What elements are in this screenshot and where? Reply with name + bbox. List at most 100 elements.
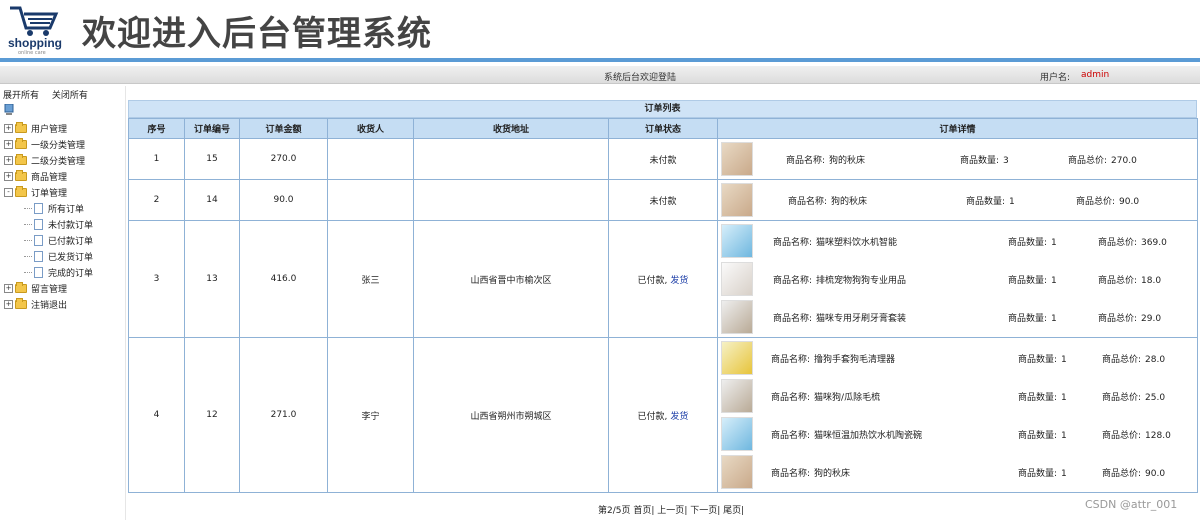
- col-header-status: 订单状态: [608, 118, 718, 139]
- product-thumbnail: [721, 300, 753, 334]
- ship-link[interactable]: 发货: [670, 412, 688, 422]
- cell-index: 2: [128, 179, 185, 221]
- document-icon: [34, 250, 43, 262]
- item-total: 商品总价: 25.0: [1102, 390, 1165, 403]
- item-name-label: 商品名称:: [771, 430, 811, 441]
- table-row: 2 14 90.0 未付款 商品名称: 狗的秋床 商品数量: 1 商品总价: 90.0: [128, 179, 1198, 221]
- sidebar-item-user[interactable]: + 用户管理: [4, 120, 93, 136]
- item-qty-label: 商品数量:: [1008, 237, 1048, 248]
- expand-plus-icon[interactable]: +: [4, 139, 13, 149]
- item-name-label: 商品名称:: [773, 313, 813, 324]
- order-item: 商品名称: 撸狗手套狗毛清理器 商品数量: 1 商品总价: 28.0: [718, 339, 1197, 377]
- sidebar-item-label: 订单管理: [31, 188, 68, 199]
- item-name-value: 猫咪狗/瓜除毛梳: [814, 392, 881, 403]
- tree-branch: [24, 207, 32, 209]
- col-header-amount: 订单金额: [239, 118, 328, 139]
- cell-order-no: 14: [184, 179, 240, 221]
- cell-amount: 271.0: [239, 337, 328, 493]
- sidebar-item-logout[interactable]: + 注销退出: [4, 296, 93, 312]
- item-qty-label: 商品数量:: [1018, 430, 1058, 441]
- sidebar-item-product[interactable]: + 商品管理: [4, 168, 93, 184]
- item-total-value: 29.0: [1141, 313, 1162, 324]
- expand-all-link[interactable]: 展开所有: [3, 91, 39, 101]
- folder-icon: [15, 153, 27, 165]
- cell-amount: 90.0: [239, 179, 328, 221]
- item-qty-value: 1: [1061, 468, 1067, 479]
- document-icon: [34, 218, 43, 230]
- cell-detail: 商品名称: 狗的秋床 商品数量: 1 商品总价: 90.0: [717, 179, 1198, 221]
- ship-link[interactable]: 发货: [670, 276, 688, 286]
- item-name-label: 商品名称:: [773, 275, 813, 286]
- tree-branch: [24, 239, 32, 241]
- item-total-value: 369.0: [1141, 237, 1167, 248]
- status-text: 未付款: [649, 196, 677, 207]
- item-qty: 商品数量: 1: [1008, 273, 1057, 286]
- item-name: 商品名称: 狗的秋床: [771, 466, 850, 479]
- table-row: 3 13 416.0 张三 山西省晋中市榆次区 已付款, 发货 商品名称: 猫咪塑料饮水机智能商…: [128, 220, 1198, 338]
- item-total-label: 商品总价:: [1076, 196, 1116, 207]
- sidebar-item-category1[interactable]: + 一级分类管理: [4, 136, 93, 152]
- cell-address: 山西省朔州市朔城区: [413, 337, 609, 493]
- sidebar-item-completed-orders[interactable]: 完成的订单: [4, 264, 93, 280]
- item-total-value: 270.0: [1111, 155, 1137, 166]
- order-list-title: 订单列表: [128, 100, 1197, 118]
- item-qty: 商品数量: 3: [960, 153, 1009, 166]
- item-total-label: 商品总价:: [1102, 468, 1142, 479]
- item-total: 商品总价: 369.0: [1098, 235, 1167, 248]
- header-divider: [0, 58, 1200, 62]
- item-total-label: 商品总价:: [1098, 275, 1138, 286]
- document-icon: [34, 266, 43, 278]
- expand-plus-icon[interactable]: +: [4, 155, 13, 165]
- item-name: 商品名称: 猫咪恒温加热饮水机陶瓷碗: [771, 428, 922, 441]
- item-name-value: 排梳宠物狗狗专业用品: [816, 275, 907, 286]
- expand-plus-icon[interactable]: +: [4, 123, 13, 133]
- item-name: 商品名称: 狗的秋床: [788, 194, 867, 207]
- prev-page-link[interactable]: 上一页: [657, 506, 684, 516]
- cell-index: 1: [128, 138, 185, 180]
- expand-plus-icon[interactable]: +: [4, 171, 13, 181]
- item-qty: 商品数量: 1: [1008, 235, 1057, 248]
- item-qty-value: 1: [1061, 354, 1067, 365]
- collapse-all-link[interactable]: 关闭所有: [52, 91, 88, 101]
- sidebar-item-paid-orders[interactable]: 已付款订单: [4, 232, 93, 248]
- cell-index: 4: [128, 337, 185, 493]
- item-qty-label: 商品数量:: [966, 196, 1006, 207]
- order-list-panel: 订单列表 序号 订单编号 订单金额 收货人 收货地址 订单状态 订单详情 1 15…: [128, 100, 1198, 493]
- item-qty: 商品数量: 1: [1018, 466, 1067, 479]
- item-name: 商品名称: 猫咪专用牙刷牙膏套装: [773, 311, 906, 324]
- status-bar: [0, 66, 1200, 84]
- item-total-value: 28.0: [1145, 354, 1166, 365]
- page-info: 第2/5页: [598, 506, 631, 516]
- expand-plus-icon[interactable]: +: [4, 299, 13, 309]
- collapse-minus-icon[interactable]: -: [4, 187, 13, 197]
- col-header-detail: 订单详情: [717, 118, 1198, 139]
- sidebar-item-order[interactable]: - 订单管理: [4, 184, 93, 200]
- cell-amount: 416.0: [239, 220, 328, 338]
- sidebar-item-all-orders[interactable]: 所有订单: [4, 200, 93, 216]
- product-thumbnail: [721, 183, 753, 217]
- col-header-order-no: 订单编号: [184, 118, 240, 139]
- last-page-link[interactable]: 尾页: [723, 506, 741, 516]
- order-table: 序号 订单编号 订单金额 收货人 收货地址 订单状态 订单详情 1 15 270.0…: [128, 118, 1198, 493]
- first-page-link[interactable]: 首页: [633, 506, 651, 516]
- table-row: 4 12 271.0 李宁 山西省朔州市朔城区 已付款, 发货 商品名称: 撸狗手套狗毛清理器商…: [128, 337, 1198, 493]
- col-header-receiver: 收货人: [327, 118, 414, 139]
- item-total: 商品总价: 128.0: [1102, 428, 1171, 441]
- expand-plus-icon[interactable]: +: [4, 283, 13, 293]
- welcome-text: 系统后台欢迎登陆: [604, 73, 677, 83]
- next-page-link[interactable]: 下一页: [690, 506, 717, 516]
- sidebar-item-shipped-orders[interactable]: 已发货订单: [4, 248, 93, 264]
- cell-detail: 商品名称: 狗的秋床 商品数量: 3 商品总价: 270.0: [717, 138, 1198, 180]
- sidebar-item-label: 所有订单: [48, 204, 85, 215]
- sidebar-item-label: 留言管理: [31, 284, 68, 295]
- sidebar-item-category2[interactable]: + 二级分类管理: [4, 152, 93, 168]
- col-header-address: 收货地址: [413, 118, 609, 139]
- product-thumbnail: [721, 142, 753, 176]
- item-total: 商品总价: 270.0: [1068, 153, 1137, 166]
- item-qty: 商品数量: 1: [966, 194, 1015, 207]
- product-thumbnail: [721, 224, 753, 258]
- sidebar-item-message[interactable]: + 留言管理: [4, 280, 93, 296]
- sidebar-item-label: 一级分类管理: [31, 140, 86, 151]
- item-total-label: 商品总价:: [1098, 237, 1138, 248]
- sidebar-item-unpaid-orders[interactable]: 未付款订单: [4, 216, 93, 232]
